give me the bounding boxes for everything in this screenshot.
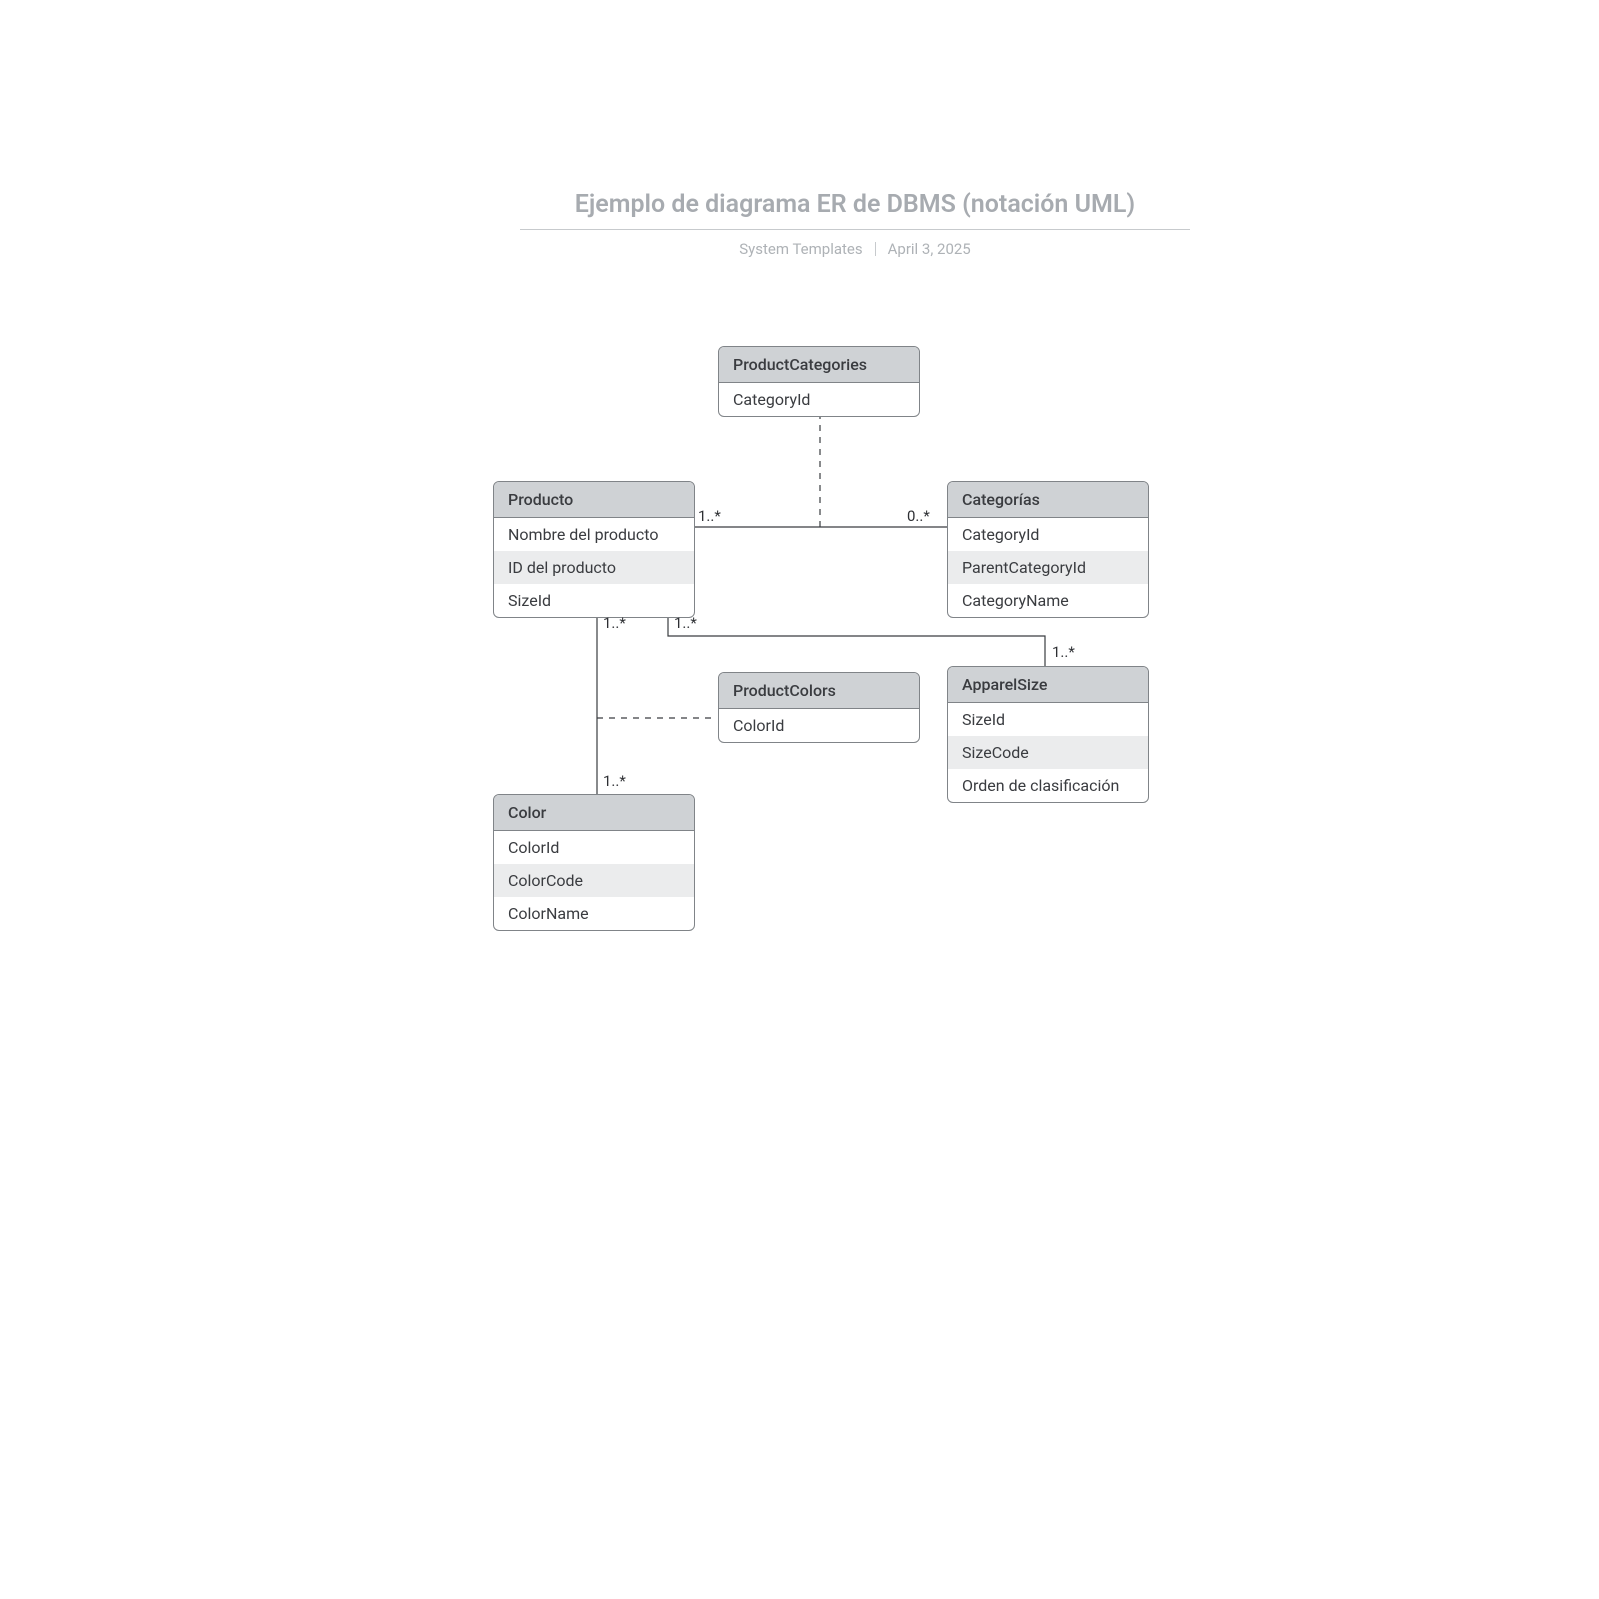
diagram-author: System Templates bbox=[739, 240, 862, 258]
entity-attr: CategoryId bbox=[948, 518, 1148, 551]
diagram-header: Ejemplo de diagrama ER de DBMS (notación… bbox=[520, 190, 1190, 258]
diagram-title: Ejemplo de diagrama ER de DBMS (notación… bbox=[520, 190, 1190, 230]
meta-divider bbox=[875, 242, 876, 256]
entity-attr: ColorName bbox=[494, 897, 694, 930]
entity-attr: SizeId bbox=[948, 703, 1148, 736]
entity-attr: ID del producto bbox=[494, 551, 694, 584]
entity-attr: CategoryName bbox=[948, 584, 1148, 617]
multiplicity-label: 1..* bbox=[603, 772, 626, 790]
entity-header: Producto bbox=[494, 482, 694, 518]
diagram-meta: System Templates April 3, 2025 bbox=[520, 240, 1190, 258]
entity-header: Categorías bbox=[948, 482, 1148, 518]
entity-attr: Nombre del producto bbox=[494, 518, 694, 551]
multiplicity-label: 1..* bbox=[603, 614, 626, 632]
entity-header: ApparelSize bbox=[948, 667, 1148, 703]
entity-product-categories[interactable]: ProductCategories CategoryId bbox=[718, 346, 920, 417]
entity-attr: ColorId bbox=[494, 831, 694, 864]
entity-categorias[interactable]: Categorías CategoryId ParentCategoryId C… bbox=[947, 481, 1149, 618]
multiplicity-label: 0..* bbox=[907, 507, 930, 525]
entity-header: ProductColors bbox=[719, 673, 919, 709]
entity-color[interactable]: Color ColorId ColorCode ColorName bbox=[493, 794, 695, 931]
entity-attr: SizeCode bbox=[948, 736, 1148, 769]
entity-apparel-size[interactable]: ApparelSize SizeId SizeCode Orden de cla… bbox=[947, 666, 1149, 803]
multiplicity-label: 1..* bbox=[1052, 643, 1075, 661]
entity-attr: ColorId bbox=[719, 709, 919, 742]
diagram-date: April 3, 2025 bbox=[888, 240, 971, 258]
entity-header: Color bbox=[494, 795, 694, 831]
entity-product-colors[interactable]: ProductColors ColorId bbox=[718, 672, 920, 743]
entity-attr: ParentCategoryId bbox=[948, 551, 1148, 584]
entity-header: ProductCategories bbox=[719, 347, 919, 383]
multiplicity-label: 1..* bbox=[674, 614, 697, 632]
entity-attr: Orden de clasificación bbox=[948, 769, 1148, 802]
entity-attr: SizeId bbox=[494, 584, 694, 617]
entity-attr: CategoryId bbox=[719, 383, 919, 416]
entity-producto[interactable]: Producto Nombre del producto ID del prod… bbox=[493, 481, 695, 618]
entity-attr: ColorCode bbox=[494, 864, 694, 897]
multiplicity-label: 1..* bbox=[698, 507, 721, 525]
